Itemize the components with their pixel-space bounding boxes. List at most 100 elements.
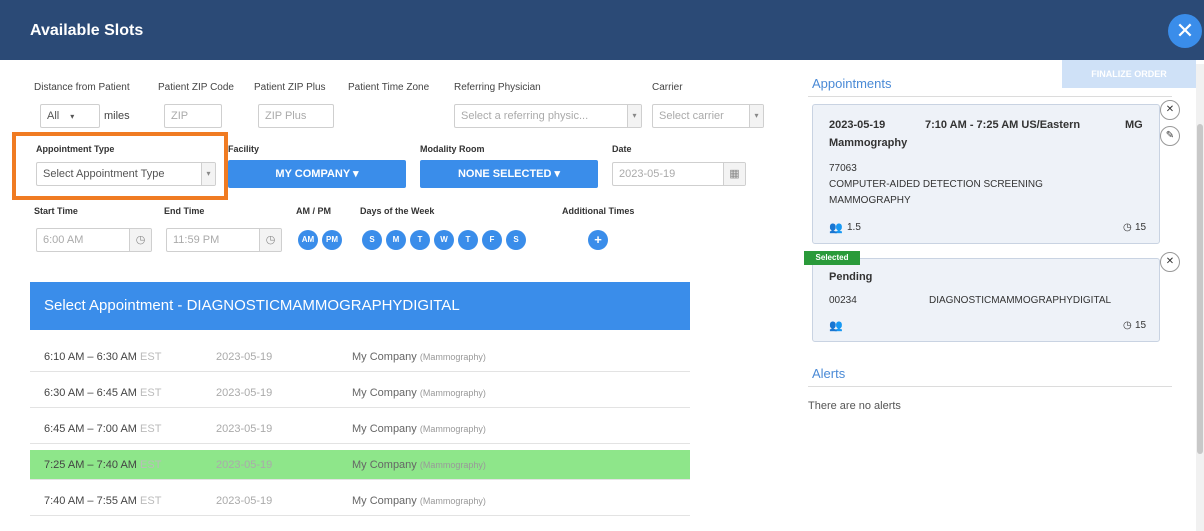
referring-physician-label: Referring Physician	[454, 82, 541, 93]
scrollbar-thumb[interactable]	[1197, 124, 1203, 454]
add-time-button[interactable]: +	[588, 230, 608, 250]
remove-icon[interactable]: ✕	[1160, 100, 1180, 120]
pm-toggle[interactable]: PM	[322, 230, 342, 250]
modality-room-label: Modality Room	[420, 144, 485, 154]
slot-company: My Company (Mammography)	[352, 351, 486, 363]
ampm-label: AM / PM	[296, 206, 331, 216]
divider	[808, 386, 1172, 387]
day-toggle-monday[interactable]: M	[386, 230, 406, 250]
slot-time: 6:45 AM – 7:00 AM EST	[44, 423, 162, 435]
divider	[808, 96, 1172, 97]
appointment-modality: Mammography	[829, 137, 908, 149]
title-bar: Available Slots	[0, 0, 1204, 60]
zip-plus-input[interactable]: ZIP Plus	[258, 104, 334, 128]
end-time-input[interactable]: 11:59 PM ◷	[166, 228, 282, 252]
slot-row[interactable]: 6:45 AM – 7:00 AM EST 2023-05-19 My Comp…	[30, 414, 690, 444]
finalize-order-button[interactable]: FINALIZE ORDER	[1062, 60, 1196, 88]
procedure-description: DIAGNOSTICMAMMOGRAPHYDIGITAL	[929, 295, 1112, 306]
slot-date: 2023-05-19	[216, 351, 273, 363]
selected-badge: Selected	[804, 251, 860, 265]
day-toggle-saturday[interactable]: S	[506, 230, 526, 250]
carrier-select[interactable]: Select carrier ▾	[652, 104, 764, 128]
chevron-down-icon: ▾	[627, 105, 641, 127]
zip-plus-label: Patient ZIP Plus	[254, 82, 326, 93]
time-zone-label: Patient Time Zone	[348, 82, 430, 93]
calendar-icon[interactable]: ▦	[723, 163, 745, 185]
people-icon: 👥	[829, 222, 843, 234]
day-toggle-sunday[interactable]: S	[362, 230, 382, 250]
slot-time: 6:30 AM – 6:45 AM EST	[44, 387, 162, 399]
am-toggle[interactable]: AM	[298, 230, 318, 250]
referring-physician-select[interactable]: Select a referring physic... ▾	[454, 104, 642, 128]
scrollbar[interactable]	[1196, 64, 1204, 531]
procedure-description-cont: MAMMOGRAPHY	[829, 195, 911, 206]
carrier-label: Carrier	[652, 82, 683, 93]
start-time-value: 6:00 AM	[43, 234, 84, 246]
distance-value: All	[47, 110, 60, 122]
clock-icon: ◷	[1123, 222, 1132, 233]
modality-dropdown-button[interactable]: NONE SELECTED ▾	[420, 160, 598, 188]
slot-company: My Company (Mammography)	[352, 387, 486, 399]
people-count: 1.5	[847, 222, 861, 233]
appointment-time: 7:10 AM - 7:25 AM US/Eastern	[925, 119, 1081, 131]
distance-select[interactable]: All ▾	[40, 104, 100, 128]
slot-date: 2023-05-19	[216, 495, 273, 507]
date-value: 2023-05-19	[619, 168, 676, 180]
appointment-status: Pending	[829, 271, 873, 283]
date-input[interactable]: 2023-05-19 ▦	[612, 162, 746, 186]
close-icon: ✕	[1175, 18, 1195, 43]
clock-icon[interactable]: ◷	[129, 229, 151, 251]
slot-row[interactable]: 7:40 AM – 7:55 AM EST 2023-05-19 My Comp…	[30, 486, 690, 516]
zip-code-label: Patient ZIP Code	[158, 82, 234, 93]
day-toggle-thursday[interactable]: T	[458, 230, 478, 250]
appointment-card-pending[interactable]: Pending 00234 DIAGNOSTICMAMMOGRAPHYDIGIT…	[812, 258, 1160, 342]
appointment-room: MG	[1125, 119, 1143, 131]
slot-list-header: Select Appointment - DIAGNOSTICMAMMOGRAP…	[30, 282, 690, 330]
additional-times-label: Additional Times	[562, 206, 635, 216]
slot-date: 2023-05-19	[216, 459, 273, 471]
window-title: Available Slots	[30, 22, 144, 39]
slot-row[interactable]: 6:30 AM – 6:45 AM EST 2023-05-19 My Comp…	[30, 378, 690, 408]
procedure-description: COMPUTER-AIDED DETECTION SCREENING	[829, 179, 1043, 190]
slot-company: My Company (Mammography)	[352, 459, 486, 471]
highlight-box	[12, 132, 228, 200]
slot-company: My Company (Mammography)	[352, 423, 486, 435]
people-icon: 👥	[829, 320, 843, 332]
procedure-code: 77063	[829, 163, 857, 174]
end-time-value: 11:59 PM	[173, 234, 220, 246]
day-toggle-tuesday[interactable]: T	[410, 230, 430, 250]
chevron-down-icon: ▾	[749, 105, 763, 127]
slot-time: 7:40 AM – 7:55 AM EST	[44, 495, 162, 507]
distance-label: Distance from Patient	[34, 82, 130, 93]
start-time-label: Start Time	[34, 206, 78, 216]
carrier-value: Select carrier	[659, 110, 724, 122]
end-time-label: End Time	[164, 206, 205, 216]
edit-icon[interactable]: ✎	[1160, 126, 1180, 146]
start-time-input[interactable]: 6:00 AM ◷	[36, 228, 152, 252]
days-of-week-label: Days of the Week	[360, 206, 435, 216]
slot-date: 2023-05-19	[216, 423, 273, 435]
alerts-text: There are no alerts	[808, 400, 901, 412]
duration-minutes: 15	[1135, 320, 1147, 331]
date-label: Date	[612, 144, 632, 154]
appointment-date: 2023-05-19	[829, 119, 886, 131]
close-button[interactable]: ✕	[1168, 14, 1202, 48]
facility-dropdown-button[interactable]: MY COMPANY ▾	[228, 160, 406, 188]
slot-row[interactable]: 6:10 AM – 6:30 AM EST 2023-05-19 My Comp…	[30, 342, 690, 372]
procedure-code: 00234	[829, 295, 857, 306]
day-toggle-friday[interactable]: F	[482, 230, 502, 250]
remove-icon[interactable]: ✕	[1160, 252, 1180, 272]
duration-minutes: 15	[1135, 222, 1147, 233]
slot-row-selected[interactable]: 7:25 AM – 7:40 AM EST 2023-05-19 My Comp…	[30, 450, 690, 480]
appointment-card[interactable]: 2023-05-19 7:10 AM - 7:25 AM US/Eastern …	[812, 104, 1160, 244]
slot-time: 7:25 AM – 7:40 AM EST	[44, 459, 162, 471]
day-toggle-wednesday[interactable]: W	[434, 230, 454, 250]
zip-code-input[interactable]: ZIP	[164, 104, 222, 128]
appointments-title: Appointments	[812, 76, 892, 91]
miles-label: miles	[104, 110, 130, 122]
clock-icon: ◷	[1123, 320, 1132, 331]
slot-date: 2023-05-19	[216, 387, 273, 399]
clock-icon[interactable]: ◷	[259, 229, 281, 251]
referring-physician-value: Select a referring physic...	[461, 110, 589, 122]
slot-company: My Company (Mammography)	[352, 495, 486, 507]
